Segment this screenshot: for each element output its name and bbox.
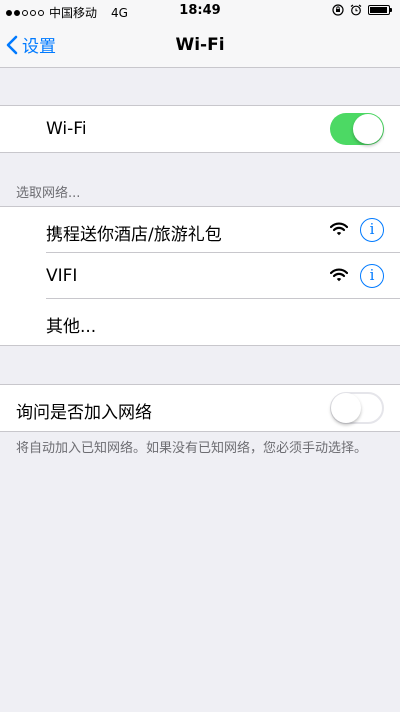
- ask-to-join-label: 询问是否加入网络: [16, 403, 152, 423]
- alarm-icon: [350, 4, 362, 16]
- wifi-signal-icon: [330, 222, 348, 236]
- other-network-row[interactable]: 其他...: [0, 299, 400, 345]
- networks-section-header: 选取网络...: [16, 186, 81, 201]
- wifi-toggle-group: Wi-Fi: [0, 105, 400, 153]
- info-button[interactable]: i: [360, 264, 384, 288]
- other-network-label: 其他...: [46, 317, 97, 337]
- network-name: 携程送你酒店/旅游礼包: [46, 225, 222, 245]
- wifi-label: Wi-Fi: [46, 119, 87, 139]
- navigation-bar: 设置 Wi-Fi: [0, 24, 400, 68]
- info-icon: i: [369, 266, 375, 284]
- status-bar: 中国移动 4G 18:49: [0, 0, 400, 24]
- switch-knob: [353, 114, 383, 144]
- network-row[interactable]: 携程送你酒店/旅游礼包 i: [0, 207, 400, 253]
- battery-icon: [368, 5, 392, 15]
- info-icon: i: [369, 220, 375, 238]
- wifi-signal-icon: [330, 268, 348, 282]
- status-right: [332, 4, 392, 16]
- info-button[interactable]: i: [360, 218, 384, 242]
- ask-to-join-group: 询问是否加入网络: [0, 384, 400, 432]
- ask-to-join-row: 询问是否加入网络: [0, 385, 400, 431]
- wifi-toggle-row: Wi-Fi: [0, 106, 400, 152]
- switch-knob: [331, 393, 361, 423]
- wifi-switch[interactable]: [330, 113, 384, 145]
- page-title: Wi-Fi: [175, 35, 225, 55]
- ask-to-join-switch[interactable]: [330, 392, 384, 424]
- orientation-lock-icon: [332, 4, 344, 16]
- networks-group: 携程送你酒店/旅游礼包 i VIFI i 其他...: [0, 206, 400, 346]
- ask-to-join-footnote: 将自动加入已知网络。如果没有已知网络，您必须手动选择。: [16, 441, 368, 456]
- network-name: VIFI: [46, 266, 78, 286]
- network-row[interactable]: VIFI i: [0, 253, 400, 299]
